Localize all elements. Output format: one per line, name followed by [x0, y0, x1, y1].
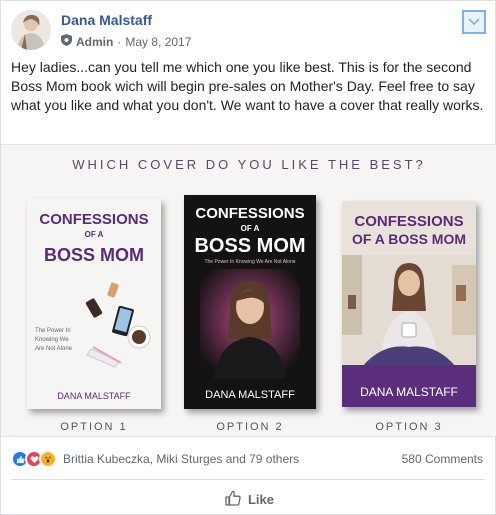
option-label-2: OPTION 2: [216, 421, 284, 433]
wow-icon: [39, 450, 57, 468]
book-title-line3: BOSS MOM: [194, 235, 306, 257]
post-options-button[interactable]: [462, 10, 486, 34]
book-title-line2: OF A BOSS MOM: [351, 231, 467, 247]
post-meta: Admin · May 8, 2017: [61, 34, 191, 49]
divider: [11, 479, 485, 480]
like-label: Like: [247, 491, 274, 507]
author-photo-image: [342, 255, 476, 367]
avatar[interactable]: [11, 10, 51, 50]
book-title-line1: CONFESSIONS: [195, 205, 305, 222]
book-title-line3: BOSS MOM: [43, 245, 144, 265]
comments-count[interactable]: 580 Comments: [402, 452, 483, 466]
like-button[interactable]: Like: [1, 485, 496, 513]
book-subtitle: The Power In Knowing We Are Not Alone: [35, 328, 73, 352]
post-card: Dana Malstaff Admin · May 8, 2017 Hey la…: [0, 0, 496, 515]
thumbs-up-icon: [224, 489, 248, 510]
book-title-line2: OF A: [240, 224, 260, 233]
reactions-summary[interactable]: Brittia Kubeczka, Miki Sturges and 79 ot…: [11, 450, 299, 468]
admin-badge: Admin: [76, 34, 114, 49]
author-name[interactable]: Dana Malstaff: [61, 12, 152, 28]
book-author: DANA MALSTAFF: [360, 385, 458, 399]
book-subtitle: The Power In Knowing We Are Not Alone: [204, 259, 296, 265]
book-cover-option-3: CONFESSIONS OF A BOSS MOM DANA MALSTAFF: [342, 201, 476, 407]
post-image[interactable]: WHICH COVER DO YOU LIKE THE BEST? CONFES…: [1, 144, 496, 437]
book-cover-option-1: CONFESSIONS OF A BOSS MOM The Power In K…: [27, 199, 161, 409]
option-label-3: OPTION 3: [375, 421, 443, 433]
post-text: Hey ladies...can you tell me which one y…: [11, 59, 484, 113]
meta-separator: ·: [117, 34, 122, 49]
chevron-down-icon: [468, 13, 480, 31]
reaction-icons: [11, 450, 57, 468]
admin-shield-icon: [61, 34, 72, 49]
post-date[interactable]: May 8, 2017: [125, 35, 191, 49]
book-author: DANA MALSTAFF: [205, 389, 295, 401]
desk-items-illustration: [85, 282, 151, 368]
image-heading: WHICH COVER DO YOU LIKE THE BEST?: [72, 157, 426, 172]
reaction-names[interactable]: Brittia Kubeczka, Miki Sturges and 79 ot…: [63, 452, 299, 466]
book-title-line1: CONFESSIONS: [354, 213, 464, 230]
book-author: DANA MALSTAFF: [57, 391, 131, 401]
book-cover-option-2: CONFESSIONS OF A BOSS MOM The Power In K…: [184, 195, 316, 409]
author-portrait-image: [200, 269, 300, 379]
book-title-line1: CONFESSIONS: [39, 211, 149, 228]
book-title-line2: OF A: [84, 230, 104, 239]
option-label-1: OPTION 1: [60, 421, 128, 433]
